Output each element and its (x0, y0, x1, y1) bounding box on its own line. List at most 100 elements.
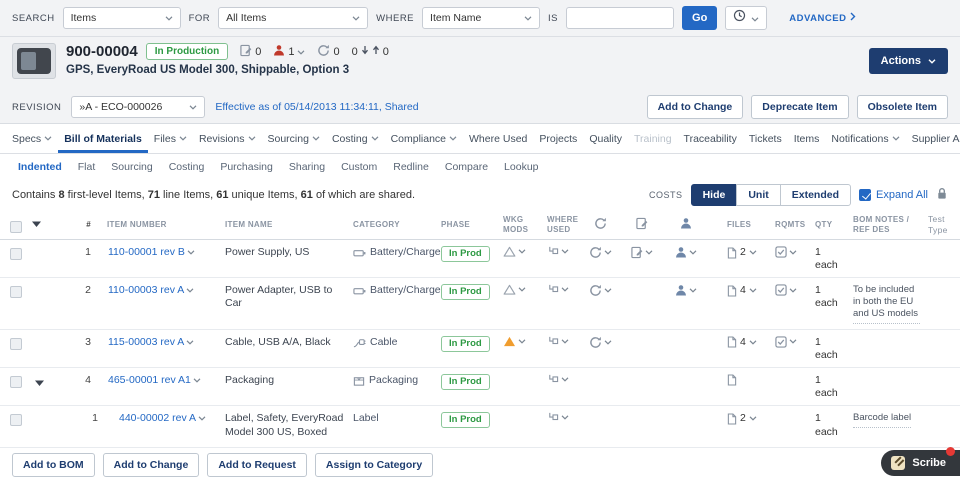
subtab-redline[interactable]: Redline (385, 161, 437, 173)
sync-icon[interactable] (589, 336, 612, 349)
changes-icon[interactable] (631, 246, 653, 259)
working-mods-warning-icon[interactable] (503, 246, 526, 257)
tab-specs[interactable]: Specs (6, 124, 58, 153)
working-mods-warning-icon[interactable] (503, 284, 526, 295)
row-checkbox[interactable] (10, 337, 22, 350)
add-to-change-button[interactable]: Add to Change (646, 95, 744, 119)
assign-to-category-button[interactable]: Assign to Category (314, 453, 434, 477)
costs-hide-button[interactable]: Hide (690, 184, 738, 206)
bulk-actions-caret-icon[interactable] (32, 220, 41, 229)
requirements-icon[interactable] (775, 336, 797, 348)
where-used-counts[interactable]: 0 0 (352, 45, 389, 58)
bom-notes[interactable] (849, 240, 924, 251)
row-checkbox[interactable] (10, 248, 22, 260)
tab-files[interactable]: Files (148, 124, 193, 153)
tab-where-used[interactable]: Where Used (463, 124, 533, 153)
col-where-used: WHERE USED (547, 214, 579, 234)
where-used-icon[interactable] (547, 336, 569, 347)
quality-icon[interactable] (675, 246, 697, 258)
tab-supplier-access[interactable]: Supplier Access (906, 124, 960, 153)
requirements-icon[interactable] (775, 246, 797, 258)
subtab-sourcing[interactable]: Sourcing (103, 161, 160, 173)
subtab-custom[interactable]: Custom (333, 161, 385, 173)
subtab-lookup[interactable]: Lookup (496, 161, 546, 173)
tab-bill-of-materials[interactable]: Bill of Materials (58, 124, 148, 153)
col-qty: QTY (815, 219, 833, 229)
costs-extended-button[interactable]: Extended (779, 184, 852, 206)
checkbox-checked-icon (859, 189, 872, 201)
tab-training[interactable]: Training (628, 124, 678, 153)
item-number-link[interactable]: 465-00001 rev A1 (108, 374, 201, 387)
quality-icon[interactable] (675, 284, 697, 296)
add-to-change-button[interactable]: Add to Change (102, 453, 200, 477)
tab-projects[interactable]: Projects (533, 124, 583, 153)
where-used-icon[interactable] (547, 374, 569, 385)
tab-label: Compliance (390, 132, 447, 145)
bom-notes[interactable]: To be included in both the EU and US mod… (849, 278, 924, 329)
item-number-link[interactable]: 115-00003 rev A (108, 336, 194, 349)
row-checkbox[interactable] (10, 414, 22, 427)
sync-count[interactable]: 0 (317, 44, 340, 60)
scribe-widget[interactable]: Scribe (881, 447, 960, 476)
subtab-compare[interactable]: Compare (437, 161, 496, 173)
changes-count[interactable]: 0 (240, 44, 261, 60)
where-used-icon[interactable] (547, 412, 569, 423)
scribe-icon (891, 456, 906, 470)
item-number-link[interactable]: 110-00001 rev B (108, 246, 195, 259)
tab-traceability[interactable]: Traceability (678, 124, 743, 153)
revision-select[interactable]: »A - ECO-000026 (71, 96, 206, 118)
select-all-checkbox[interactable] (10, 221, 22, 233)
go-button[interactable]: Go (682, 6, 718, 30)
obsolete-item-button[interactable]: Obsolete Item (856, 95, 948, 119)
expand-all-checkbox[interactable]: Expand All (859, 189, 928, 201)
where-used-icon[interactable] (547, 284, 569, 295)
tab-notifications[interactable]: Notifications (825, 124, 905, 153)
search-history-button[interactable] (725, 6, 768, 30)
subtab-purchasing[interactable]: Purchasing (212, 161, 281, 173)
tab-compliance[interactable]: Compliance (385, 124, 463, 153)
tab-tickets[interactable]: Tickets (743, 124, 788, 153)
subtab-indented[interactable]: Indented (10, 161, 70, 173)
tab-items[interactable]: Items (788, 124, 826, 153)
deprecate-item-button[interactable]: Deprecate Item (751, 95, 849, 119)
quality-count[interactable]: 1 (273, 44, 305, 59)
subtab-sharing[interactable]: Sharing (281, 161, 333, 173)
search-where-select[interactable]: Item Name (422, 7, 541, 29)
item-number-link[interactable]: 440-00002 rev A (119, 412, 206, 425)
advanced-search-link[interactable]: ADVANCED (789, 12, 856, 24)
add-to-bom-button[interactable]: Add to BOM (12, 453, 95, 477)
where-used-icon[interactable] (547, 246, 569, 257)
files-link[interactable]: 4 (727, 336, 757, 349)
search-scope-select[interactable]: Items (62, 7, 181, 29)
files-link[interactable] (727, 374, 737, 386)
working-mods-warning-icon[interactable] (503, 336, 526, 347)
item-number-link[interactable]: 110-00003 rev A (108, 284, 194, 297)
tab-quality[interactable]: Quality (583, 124, 628, 153)
actions-button[interactable]: Actions (868, 48, 948, 74)
item-thumbnail[interactable] (12, 43, 56, 79)
search-value-input[interactable] (566, 7, 675, 29)
bom-notes[interactable] (849, 330, 924, 341)
search-for-select[interactable]: All Items (218, 7, 369, 29)
costs-unit-button[interactable]: Unit (736, 184, 781, 206)
subtab-flat[interactable]: Flat (70, 161, 104, 173)
bom-notes[interactable]: Barcode label (849, 406, 924, 433)
collapse-row-caret[interactable] (35, 377, 44, 389)
subtab-costing[interactable]: Costing (161, 161, 213, 173)
tab-sourcing[interactable]: Sourcing (262, 124, 326, 153)
files-link[interactable]: 4 (727, 284, 757, 297)
tab-costing[interactable]: Costing (326, 124, 385, 153)
files-link[interactable]: 2 (727, 246, 757, 259)
requirements-icon[interactable] (775, 284, 797, 296)
row-checkbox[interactable] (10, 376, 22, 389)
files-link[interactable]: 2 (727, 412, 757, 425)
phase-badge: In Prod (441, 374, 490, 390)
changes-column-icon (636, 217, 648, 232)
sync-icon[interactable] (589, 284, 612, 297)
row-checkbox[interactable] (10, 286, 22, 299)
tab-revisions[interactable]: Revisions (193, 124, 262, 153)
line-number: 3 (85, 335, 91, 348)
add-to-request-button[interactable]: Add to Request (207, 453, 307, 477)
bom-notes[interactable] (849, 368, 924, 379)
sync-icon[interactable] (589, 246, 612, 259)
